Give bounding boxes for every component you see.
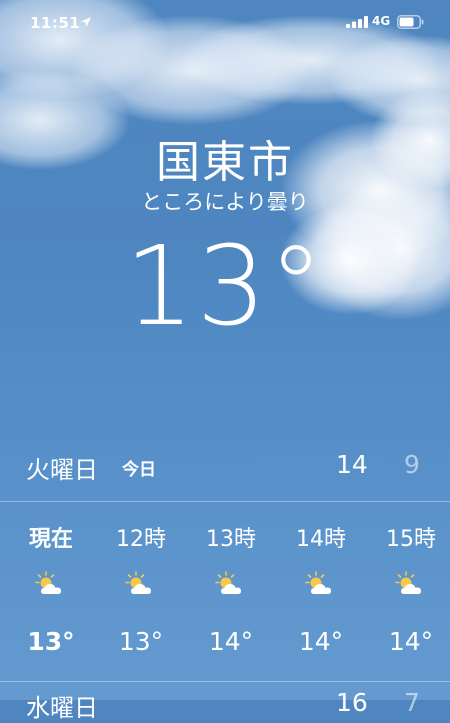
hour-time: 現在: [28, 527, 73, 552]
hour-temperature: 13°: [27, 627, 75, 656]
hour-temperature: 13°: [118, 627, 164, 656]
weather-condition: ところにより曇り: [141, 190, 309, 214]
today-summary-row: 火曜日 今日 14 9: [0, 446, 450, 490]
partly-cloudy-icon: [305, 571, 331, 594]
low-temperature: 9: [404, 450, 420, 479]
status-bar: 11:51 4G: [0, 0, 450, 48]
partly-cloudy-icon: [35, 571, 61, 594]
hour-item: 12時 13°: [96, 501, 186, 681]
day-name: 火曜日: [26, 456, 98, 484]
hour-time: 12時: [116, 527, 166, 552]
hour-temperature: 14°: [298, 627, 344, 656]
status-time: 11:51: [30, 14, 81, 32]
hour-time: 13時: [206, 527, 256, 552]
location-arrow-icon: [81, 17, 91, 27]
low-temperature: 7: [404, 688, 420, 717]
day-name: 水曜日: [26, 694, 98, 722]
partly-cloudy-icon: [395, 571, 421, 594]
hour-time: 14時: [296, 527, 346, 552]
hour-item: 現在 13°: [6, 501, 96, 681]
hourly-forecast[interactable]: 現在 13° 12時 13° 13時 14° 14時 14° 15時 14°: [6, 501, 450, 681]
today-label: 今日: [122, 460, 156, 480]
hour-item: 13時 14°: [186, 501, 276, 681]
divider: [0, 681, 450, 682]
city-name: 国東市: [156, 137, 294, 188]
hour-item: 14時 14°: [276, 501, 366, 681]
current-temperature: 13°: [124, 222, 326, 350]
next-day-row: 水曜日 16 7: [0, 684, 450, 722]
partly-cloudy-icon: [125, 571, 151, 594]
partly-cloudy-icon: [215, 571, 241, 594]
hour-time: 15時: [386, 527, 436, 552]
high-temperature: 14: [336, 450, 368, 479]
signal-bars-icon: [346, 16, 368, 28]
high-temperature: 16: [336, 688, 368, 717]
network-type: 4G: [372, 14, 391, 28]
hour-item: 15時 14°: [366, 501, 450, 681]
battery-icon: [397, 15, 424, 29]
hour-temperature: 14°: [388, 627, 434, 656]
hour-temperature: 14°: [208, 627, 254, 656]
